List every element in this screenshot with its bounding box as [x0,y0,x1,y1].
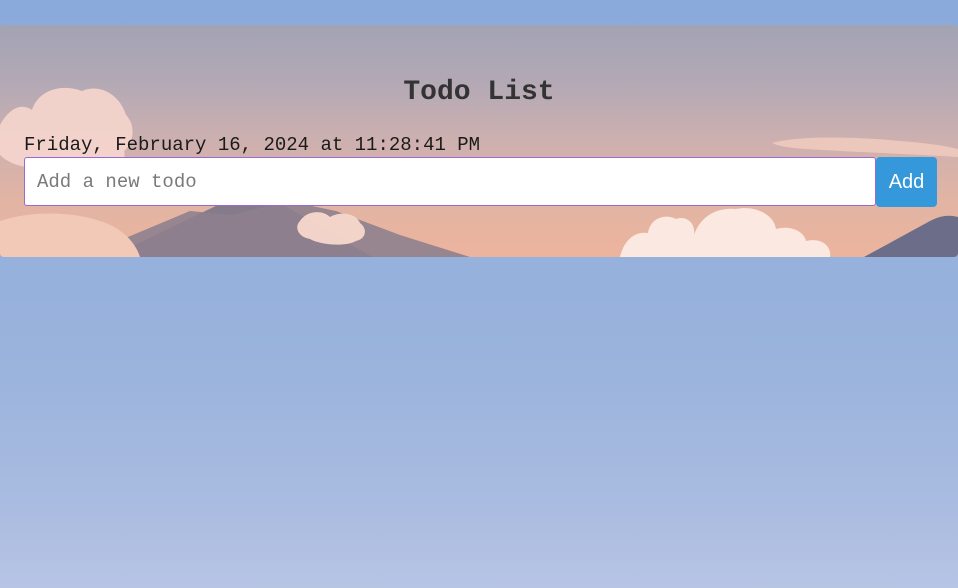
todo-card: Todo List Friday, February 16, 2024 at 1… [0,25,958,257]
new-todo-input[interactable] [24,157,876,206]
add-button[interactable]: Add [876,157,937,207]
current-datetime: Friday, February 16, 2024 at 11:28:41 PM [24,134,481,156]
page-title: Todo List [403,77,555,108]
